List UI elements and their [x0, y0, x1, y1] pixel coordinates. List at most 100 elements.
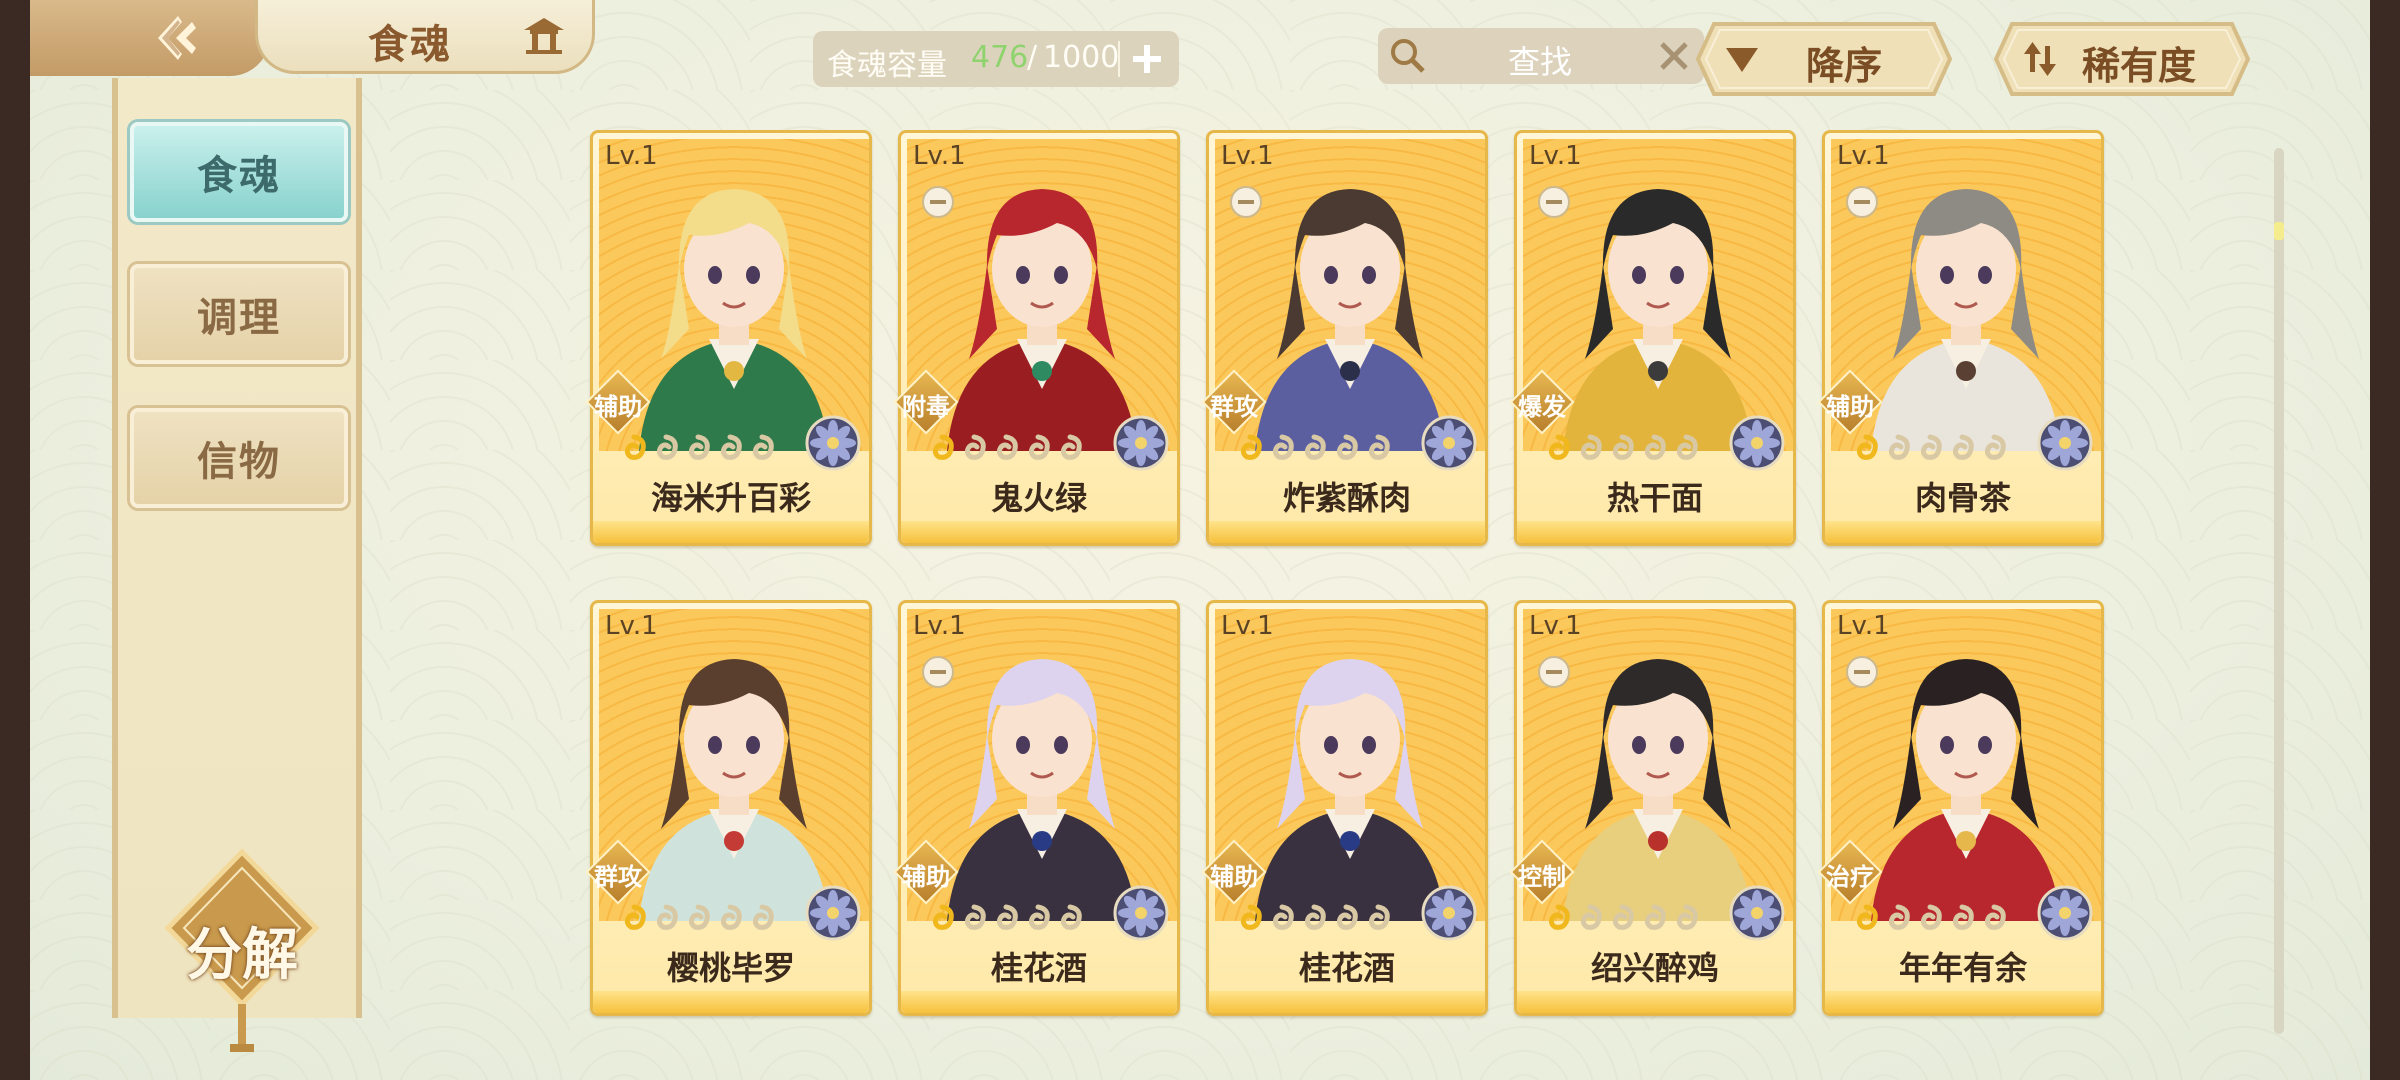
star-rating — [1235, 433, 1395, 467]
search-input[interactable]: 查找 — [1508, 37, 1572, 83]
add-capacity-button[interactable] — [1127, 39, 1167, 79]
star-empty-icon — [1055, 433, 1085, 463]
role-badge: 群攻 — [1201, 369, 1267, 435]
star-empty-icon — [747, 433, 777, 463]
card-name: 年年有余 — [1898, 949, 2027, 987]
search-box[interactable]: 查找 — [1378, 28, 1704, 84]
top-bar: 食魂 — [30, 0, 595, 76]
role-label: 群攻 — [594, 863, 642, 891]
card-name: 绍兴醉鸡 — [1590, 949, 1719, 987]
star-empty-icon — [1671, 433, 1701, 463]
sidebar: 食魂 调理 信物 分解 — [112, 78, 362, 1058]
food-soul-card[interactable]: Lv.1 控制 绍兴醉鸡 — [1509, 600, 1796, 1016]
flower-emblem-icon — [805, 885, 861, 941]
star-filled-icon — [619, 433, 649, 463]
star-empty-icon — [1979, 903, 2009, 933]
food-soul-card[interactable]: Lv.1 辅助 肉骨茶 — [1817, 130, 2104, 546]
scrollbar-thumb[interactable] — [2274, 222, 2284, 240]
game-screen: 食魂 食魂容量 476 / 1000 查找 降序 稀有度 食魂 调理 信物 分解… — [30, 0, 2370, 1080]
food-soul-card[interactable]: Lv.1 附毒 鬼火绿 — [893, 130, 1180, 546]
sort-order-label: 降序 — [1806, 44, 1883, 88]
star-empty-icon — [1575, 433, 1605, 463]
flower-emblem-icon — [2037, 885, 2093, 941]
star-empty-icon — [1883, 433, 1913, 463]
card-level: Lv.1 — [1221, 611, 1274, 641]
food-soul-card[interactable]: Lv.1 辅助 桂花酒 — [893, 600, 1180, 1016]
star-empty-icon — [1883, 903, 1913, 933]
star-empty-icon — [1575, 903, 1605, 933]
star-empty-icon — [1023, 903, 1053, 933]
sidebar-item-tune[interactable]: 调理 — [130, 264, 348, 364]
capacity-current: 476 — [971, 40, 1029, 75]
star-filled-icon — [1851, 433, 1881, 463]
role-label: 控制 — [1518, 863, 1566, 891]
food-soul-card[interactable]: Lv.1 爆发 热干面 — [1509, 130, 1796, 546]
food-soul-card[interactable]: Lv.1 辅助 海米升百彩 — [585, 130, 872, 546]
scrollbar-track[interactable] — [2274, 148, 2284, 1034]
star-empty-icon — [715, 433, 745, 463]
role-badge: 辅助 — [1817, 369, 1883, 435]
capacity-separator: / — [1027, 40, 1038, 75]
food-soul-card[interactable]: Lv.1 治疗 年年有余 — [1817, 600, 2104, 1016]
card-name: 桂花酒 — [1298, 949, 1395, 987]
card-level: Lv.1 — [1221, 141, 1274, 171]
star-filled-icon — [1235, 433, 1265, 463]
star-empty-icon — [1947, 903, 1977, 933]
star-filled-icon — [1851, 903, 1881, 933]
card-footer — [1825, 521, 2101, 543]
card-name: 桂花酒 — [990, 949, 1087, 987]
star-rating — [1851, 433, 2011, 467]
star-empty-icon — [715, 903, 745, 933]
card-name: 樱桃毕罗 — [666, 949, 795, 987]
food-soul-card[interactable]: Lv.1 群攻 炸紫酥肉 — [1201, 130, 1488, 546]
star-empty-icon — [1947, 433, 1977, 463]
food-soul-card[interactable]: Lv.1 群攻樱桃毕罗 — [585, 600, 872, 1016]
star-empty-icon — [683, 903, 713, 933]
home-icon[interactable] — [522, 16, 566, 56]
lock-tag-icon — [1537, 655, 1571, 689]
star-filled-icon — [619, 903, 649, 933]
star-rating — [619, 903, 779, 937]
card-name: 鬼火绿 — [990, 479, 1087, 517]
decompose-label: 分解 — [186, 923, 298, 988]
flower-emblem-icon — [805, 415, 861, 471]
back-button[interactable] — [148, 8, 218, 68]
clear-search-button[interactable] — [1654, 36, 1694, 76]
star-filled-icon — [1543, 903, 1573, 933]
star-empty-icon — [1915, 903, 1945, 933]
capacity-max: 1000 — [1043, 40, 1120, 75]
star-empty-icon — [1671, 903, 1701, 933]
sort-order-button[interactable]: 降序 — [1694, 20, 1954, 98]
food-soul-card[interactable]: Lv.1 辅助 桂花酒 — [1201, 600, 1488, 1016]
card-level: Lv.1 — [1529, 141, 1582, 171]
close-icon — [1660, 42, 1688, 70]
card-footer — [901, 991, 1177, 1013]
capacity-display: 食魂容量 476 / 1000 — [813, 31, 1179, 87]
card-level: Lv.1 — [1837, 141, 1890, 171]
role-label: 爆发 — [1518, 393, 1566, 421]
star-rating — [619, 433, 779, 467]
search-icon — [1388, 36, 1428, 76]
role-label: 辅助 — [902, 863, 950, 891]
sidebar-item-token[interactable]: 信物 — [130, 408, 348, 508]
card-level: Lv.1 — [605, 611, 658, 641]
star-empty-icon — [959, 433, 989, 463]
role-badge: 治疗 — [1817, 839, 1883, 905]
flower-emblem-icon — [2037, 415, 2093, 471]
card-footer — [1517, 521, 1793, 543]
flower-emblem-icon — [1729, 415, 1785, 471]
decompose-button[interactable]: 分解 — [162, 848, 322, 1058]
star-empty-icon — [1055, 903, 1085, 933]
swap-sort-icon — [2020, 40, 2060, 78]
page-title: 食魂 — [368, 22, 452, 68]
role-badge: 控制 — [1509, 839, 1575, 905]
card-footer — [593, 521, 869, 543]
role-badge: 辅助 — [585, 369, 651, 435]
role-label: 辅助 — [594, 393, 642, 421]
sort-key-button[interactable]: 稀有度 — [1992, 20, 2252, 98]
star-rating — [927, 433, 1087, 467]
flower-emblem-icon — [1421, 415, 1477, 471]
divider — [1118, 41, 1120, 77]
sidebar-item-food-soul[interactable]: 食魂 — [130, 122, 348, 222]
capacity-label: 食魂容量 — [827, 48, 947, 83]
